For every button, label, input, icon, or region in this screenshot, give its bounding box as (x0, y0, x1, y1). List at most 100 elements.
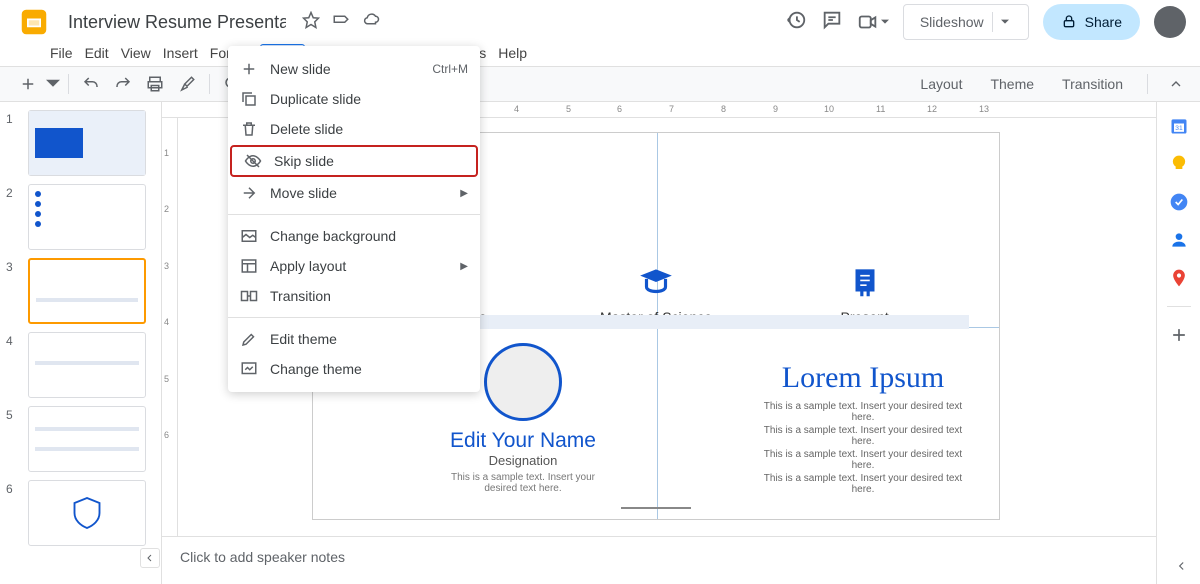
menu-help[interactable]: Help (492, 44, 533, 62)
slideshow-label: Slideshow (920, 14, 984, 30)
transition-icon (240, 287, 258, 305)
plus-icon (240, 60, 258, 78)
thumb-number: 1 (6, 110, 22, 176)
account-avatar[interactable] (1154, 6, 1186, 38)
print-button[interactable] (141, 70, 169, 98)
menu-move-slide[interactable]: Move slide ▶ (228, 178, 480, 208)
edit-theme-icon (240, 330, 258, 348)
submenu-arrow-icon: ▶ (460, 188, 468, 199)
meet-icon[interactable] (857, 11, 889, 33)
menu-edit-theme[interactable]: Edit theme (228, 324, 480, 354)
timeline-icon (637, 263, 675, 301)
ruler-tick: 6 (617, 104, 622, 114)
ruler-tick: 5 (566, 104, 571, 114)
slide-thumbnail-6[interactable] (28, 480, 146, 546)
history-icon[interactable] (785, 9, 807, 36)
shortcut-label: Ctrl+M (432, 62, 468, 76)
menu-edit[interactable]: Edit (79, 44, 115, 62)
svg-text:31: 31 (1175, 125, 1183, 132)
thumb-number: 3 (6, 258, 22, 324)
menu-label: Change theme (270, 361, 362, 377)
lorem-line: This is a sample text. Insert your desir… (753, 425, 973, 447)
maps-icon[interactable] (1169, 268, 1189, 288)
filmstrip[interactable]: 123456 (0, 102, 162, 584)
layout-button[interactable]: Layout (912, 72, 970, 96)
calendar-icon[interactable]: 31 (1169, 116, 1189, 136)
redo-button[interactable] (109, 70, 137, 98)
toolbar: Layout Theme Transition (0, 66, 1200, 102)
lorem-line: This is a sample text. Insert your desir… (753, 401, 973, 423)
lorem-title: Lorem Ipsum (753, 361, 973, 395)
menu-label: Transition (270, 288, 331, 304)
profile-text: This is a sample text. Insert your desir… (443, 472, 603, 494)
menu-label: New slide (270, 61, 331, 77)
menu-change-theme[interactable]: Change theme (228, 354, 480, 384)
slide-thumbnail-2[interactable] (28, 184, 146, 250)
show-sidepanel-button[interactable] (1170, 554, 1194, 578)
transition-button[interactable]: Transition (1054, 72, 1131, 96)
menu-separator (228, 317, 480, 318)
menu-file[interactable]: File (44, 44, 79, 62)
ruler-tick: 10 (824, 104, 834, 114)
menu-label: Apply layout (270, 258, 346, 274)
share-button[interactable]: Share (1043, 4, 1140, 40)
undo-button[interactable] (77, 70, 105, 98)
menu-label: Delete slide (270, 121, 343, 137)
background-icon (240, 227, 258, 245)
menu-view[interactable]: View (115, 44, 157, 62)
slide-thumbnail-3[interactable] (28, 258, 146, 324)
new-slide-arrow[interactable] (46, 70, 60, 98)
slide-thumbnail-4[interactable] (28, 332, 146, 398)
contacts-icon[interactable] (1169, 230, 1189, 250)
add-on-icon[interactable] (1169, 325, 1189, 345)
move-icon[interactable] (332, 11, 350, 34)
duplicate-icon (240, 90, 258, 108)
menu-apply-layout[interactable]: Apply layout ▶ (228, 251, 480, 281)
menu-change-background[interactable]: Change background (228, 221, 480, 251)
comments-icon[interactable] (821, 9, 843, 36)
menu-label: Skip slide (274, 153, 334, 169)
trash-icon (240, 120, 258, 138)
menu-label: Change background (270, 228, 396, 244)
slide-thumbnail-1[interactable] (28, 110, 146, 176)
menu-insert[interactable]: Insert (157, 44, 204, 62)
menu-label: Duplicate slide (270, 91, 361, 107)
cloud-icon[interactable] (362, 11, 380, 34)
ruler-tick: 7 (669, 104, 674, 114)
thumb-number: 6 (6, 480, 22, 546)
app-logo[interactable] (14, 8, 54, 36)
filmstrip-toggle[interactable] (140, 548, 160, 568)
document-title[interactable] (62, 10, 292, 35)
slideshow-options-icon[interactable] (992, 12, 1012, 32)
slideshow-button[interactable]: Slideshow (903, 4, 1029, 40)
menu-skip-slide[interactable]: Skip slide (230, 145, 478, 177)
menu-label: Edit theme (270, 331, 337, 347)
menu-delete-slide[interactable]: Delete slide (228, 114, 480, 144)
star-icon[interactable] (302, 11, 320, 34)
change-theme-icon (240, 360, 258, 378)
ruler-tick: 9 (773, 104, 778, 114)
ruler-tick: 12 (927, 104, 937, 114)
notes-placeholder: Click to add speaker notes (180, 549, 345, 565)
new-slide-button[interactable] (14, 70, 42, 98)
layout-icon (240, 257, 258, 275)
lorem-line: This is a sample text. Insert your desir… (753, 473, 973, 495)
ruler-tick: 11 (876, 104, 885, 114)
keep-icon[interactable] (1169, 154, 1189, 174)
submenu-arrow-icon: ▶ (460, 261, 468, 272)
ruler-tick: 8 (721, 104, 726, 114)
page-number-line (621, 507, 691, 509)
theme-button[interactable]: Theme (982, 72, 1042, 96)
paint-format-button[interactable] (173, 70, 201, 98)
hide-menus-button[interactable] (1164, 72, 1188, 96)
speaker-notes[interactable]: Click to add speaker notes (162, 536, 1156, 584)
menu-duplicate-slide[interactable]: Duplicate slide (228, 84, 480, 114)
slide-thumbnail-5[interactable] (28, 406, 146, 472)
menu-separator (228, 214, 480, 215)
timeline-icon (846, 263, 884, 301)
tasks-icon[interactable] (1169, 192, 1189, 212)
profile-image (484, 343, 562, 421)
lorem-line: This is a sample text. Insert your desir… (753, 449, 973, 471)
menu-transition[interactable]: Transition (228, 281, 480, 311)
menu-new-slide[interactable]: New slide Ctrl+M (228, 54, 480, 84)
